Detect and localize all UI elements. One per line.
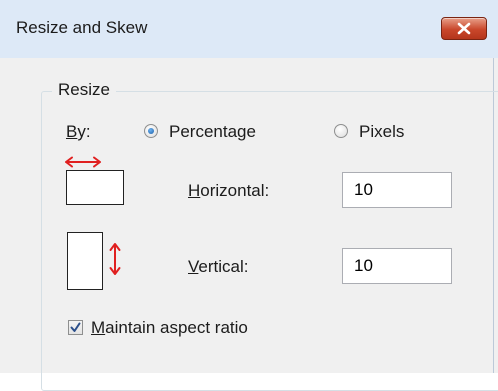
percentage-radio-label[interactable]: Percentage xyxy=(169,122,256,142)
pixels-radio-label[interactable]: Pixels xyxy=(359,122,404,142)
vertical-arrow-icon xyxy=(109,241,121,282)
pixels-radio[interactable] xyxy=(334,124,348,138)
close-button[interactable] xyxy=(441,17,487,40)
horizontal-shape-icon xyxy=(66,170,124,205)
resize-skew-dialog: Resize and Skew Resize By: Percentage Pi… xyxy=(0,0,498,391)
title-bar: Resize and Skew xyxy=(0,0,498,59)
radio-selected-dot xyxy=(148,128,154,134)
resize-group-label: Resize xyxy=(52,80,116,100)
vertical-shape-icon xyxy=(67,232,103,290)
horizontal-input[interactable] xyxy=(342,172,452,208)
horizontal-label: Horizontal: xyxy=(188,181,270,200)
maintain-aspect-checkbox[interactable] xyxy=(68,320,83,335)
vertical-label: Vertical: xyxy=(188,257,249,276)
maintain-aspect-label[interactable]: Maintain aspect ratio xyxy=(91,318,248,338)
vertical-input[interactable] xyxy=(342,248,452,284)
percentage-radio[interactable] xyxy=(144,124,158,138)
window-title: Resize and Skew xyxy=(16,18,148,37)
by-label: By: xyxy=(66,122,91,141)
close-icon xyxy=(457,22,471,35)
